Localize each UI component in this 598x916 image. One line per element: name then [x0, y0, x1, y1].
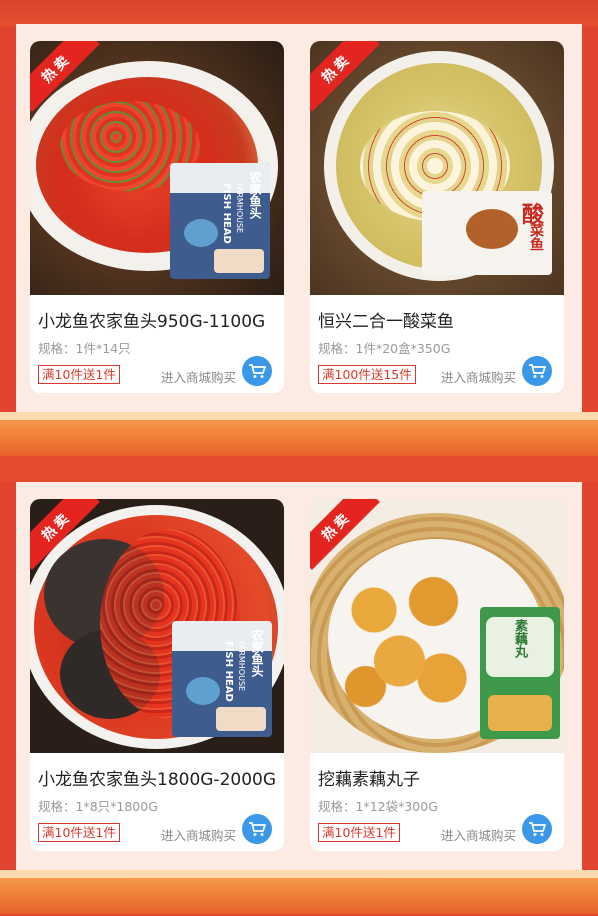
promo-tag: 满10件送1件	[38, 365, 120, 384]
product-title[interactable]: 恒兴二合一酸菜鱼	[318, 307, 454, 332]
package-subtitle: 菜鱼	[528, 223, 544, 251]
product-row-1: 农家鱼头 FARMHOUSE FISH HEAD 热卖 小龙鱼农家鱼头950G-…	[16, 24, 582, 412]
package-subtitle: FARMHOUSE	[235, 183, 244, 234]
row-gap	[0, 456, 598, 482]
shopping-cart-icon[interactable]	[522, 356, 552, 386]
package-subtitle-2: FISH HEAD	[221, 183, 232, 244]
product-card-4[interactable]: 素藕丸 热卖 挖藕素藕丸子 规格：1*12袋*300G 满10件送1件 进入商城…	[310, 499, 564, 851]
product-card-2[interactable]: 酸 菜鱼 热卖 恒兴二合一酸菜鱼 规格：1件*20盒*350G 满100件送15…	[310, 41, 564, 393]
product-title[interactable]: 小龙鱼农家鱼头1800G-2000G	[38, 765, 276, 790]
product-image-1[interactable]: 农家鱼头 FARMHOUSE FISH HEAD	[30, 41, 284, 295]
product-image-4[interactable]: 素藕丸	[310, 499, 564, 753]
package-title: 农家鱼头	[248, 171, 262, 219]
product-row-2: 农家鱼头 FARMHOUSE FISH HEAD 热卖 小龙鱼农家鱼头1800G…	[16, 482, 582, 870]
product-card-3[interactable]: 农家鱼头 FARMHOUSE FISH HEAD 热卖 小龙鱼农家鱼头1800G…	[30, 499, 284, 851]
shopping-cart-icon[interactable]	[242, 356, 272, 386]
promo-tag: 满100件送15件	[318, 365, 416, 384]
product-spec: 规格：1件*14只	[38, 341, 131, 356]
package-title: 素藕丸	[512, 619, 527, 658]
package-subtitle: FARMHOUSE	[237, 641, 246, 692]
product-spec: 规格：1*8只*1800G	[38, 799, 158, 814]
shelf-ledge	[0, 870, 598, 914]
product-title[interactable]: 小龙鱼农家鱼头950G-1100G	[38, 307, 265, 332]
product-image-3[interactable]: 农家鱼头 FARMHOUSE FISH HEAD	[30, 499, 284, 753]
promo-tag: 满10件送1件	[38, 823, 120, 842]
product-spec: 规格：1*12袋*300G	[318, 799, 438, 814]
product-spec: 规格：1件*20盒*350G	[318, 341, 451, 356]
buy-link[interactable]: 进入商城购买	[161, 367, 236, 386]
shelf-ledge	[0, 412, 598, 456]
buy-link[interactable]: 进入商城购买	[441, 825, 516, 844]
buy-link[interactable]: 进入商城购买	[161, 825, 236, 844]
shopping-cart-icon[interactable]	[242, 814, 272, 844]
product-image-2[interactable]: 酸 菜鱼	[310, 41, 564, 295]
top-band	[0, 0, 598, 26]
product-card-1[interactable]: 农家鱼头 FARMHOUSE FISH HEAD 热卖 小龙鱼农家鱼头950G-…	[30, 41, 284, 393]
shopping-cart-icon[interactable]	[522, 814, 552, 844]
package-title: 农家鱼头	[250, 629, 264, 677]
promo-tag: 满10件送1件	[318, 823, 400, 842]
buy-link[interactable]: 进入商城购买	[441, 367, 516, 386]
product-title[interactable]: 挖藕素藕丸子	[318, 765, 420, 790]
package-subtitle-2: FISH HEAD	[223, 641, 234, 702]
